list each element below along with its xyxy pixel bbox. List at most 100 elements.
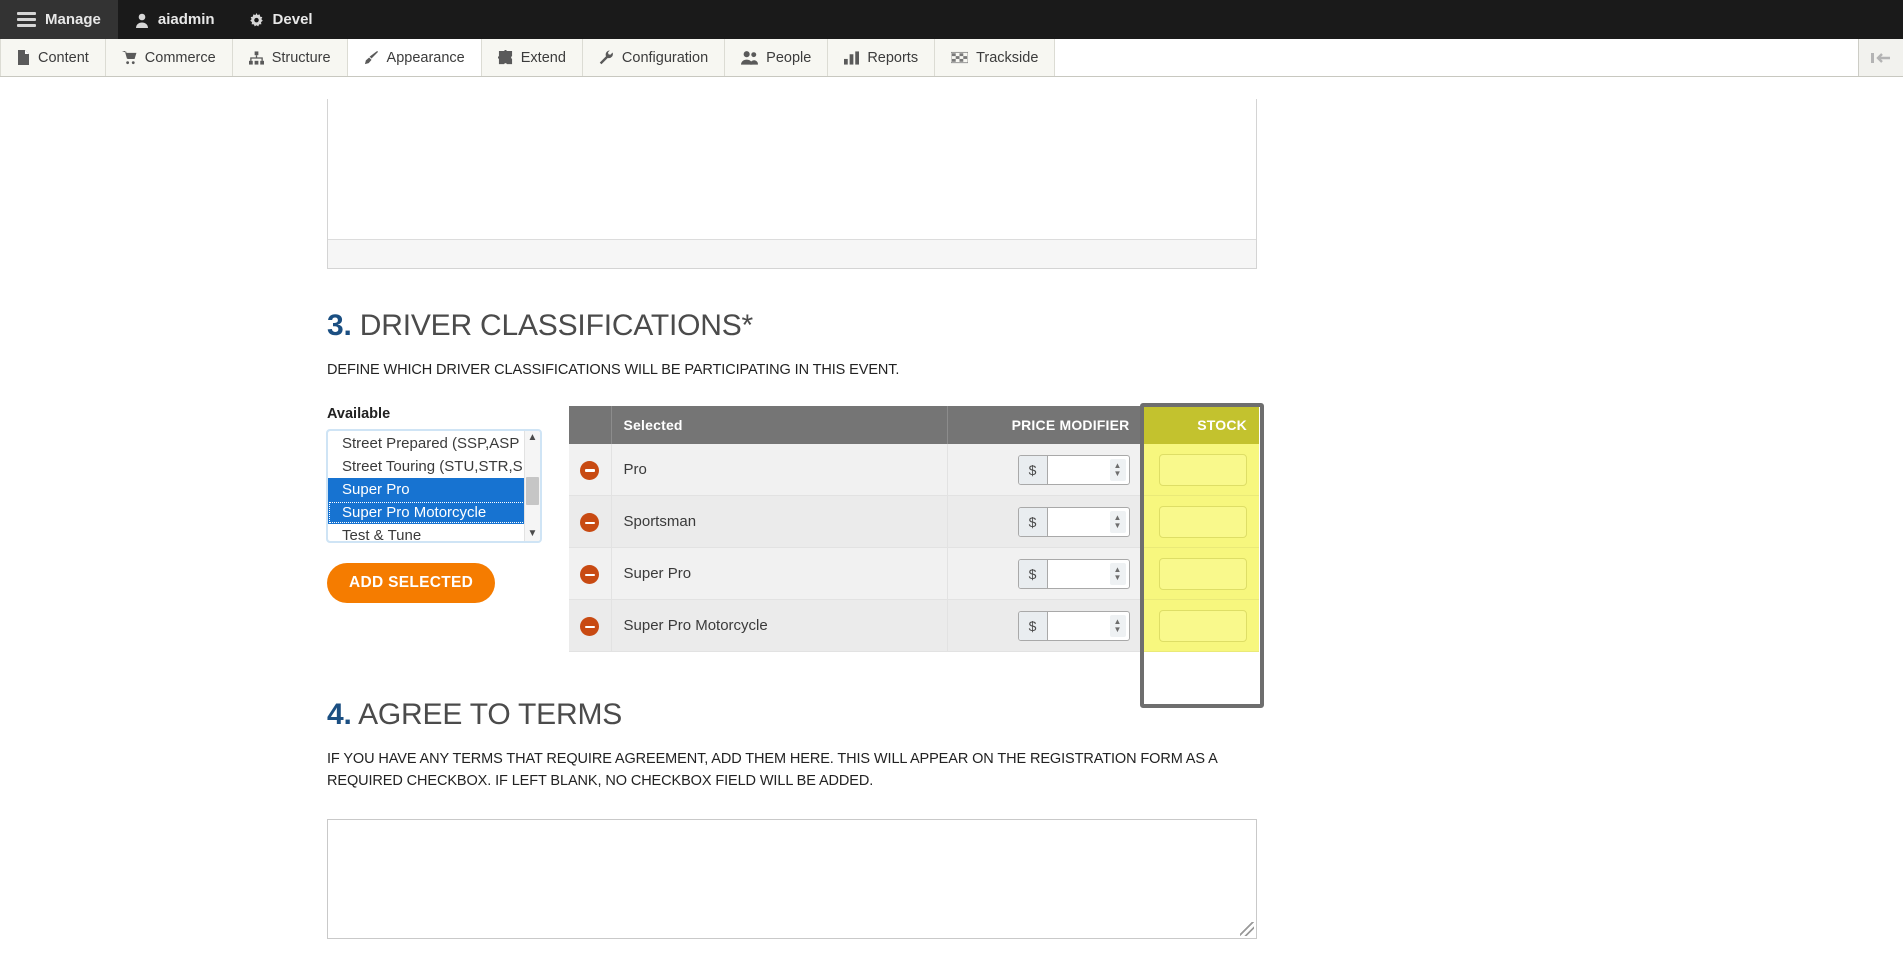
price-modifier-cell: $ ▲ ▼: [947, 599, 1143, 653]
editor-textarea[interactable]: [328, 99, 1256, 239]
stock-input[interactable]: [1160, 454, 1246, 485]
stock-input[interactable]: [1160, 610, 1246, 641]
available-option[interactable]: Street Prepared (SSP,ASP: [328, 432, 540, 455]
menu-item-label: Configuration: [621, 49, 709, 66]
terms-textarea-wrapper[interactable]: [327, 818, 1257, 939]
section-3-title-text: DRIVER CLASSIFICATIONS*: [359, 309, 754, 342]
stock-input[interactable]: [1160, 558, 1246, 589]
price-stepper[interactable]: ▲ ▼: [1109, 510, 1126, 533]
admin-bar-item-label: Manage: [45, 11, 101, 28]
price-modifier-field[interactable]: $ ▲ ▼: [1017, 610, 1130, 641]
people-icon: [741, 50, 759, 66]
menu-item-label: Trackside: [976, 49, 1039, 66]
price-modifier-field[interactable]: $ ▲ ▼: [1017, 454, 1130, 485]
price-modifier-input[interactable]: [1047, 507, 1110, 536]
admin-bar-item-manage[interactable]: Manage: [0, 0, 118, 39]
content-column: 3. DRIVER CLASSIFICATIONS* DEFINE WHICH …: [326, 77, 1264, 939]
wrench-icon: [599, 50, 614, 66]
price-modifier-field[interactable]: $ ▲ ▼: [1017, 506, 1130, 537]
section-4-description: IF YOU HAVE ANY TERMS THAT REQUIRE AGREE…: [327, 751, 1217, 789]
currency-prefix: $: [1018, 559, 1048, 588]
section-4-title: 4. AGREE TO TERMS: [327, 698, 1257, 732]
stock-field[interactable]: ▲▼: [1159, 505, 1247, 538]
stock-field[interactable]: ▲▼: [1159, 609, 1247, 642]
add-selected-button[interactable]: ADD SELECTED: [327, 562, 496, 603]
stock-cell: ▲▼: [1142, 495, 1259, 549]
remove-icon[interactable]: [580, 461, 600, 481]
editor-footer-bar: [328, 239, 1256, 268]
admin-bar-item-label: aiadmin: [157, 11, 215, 28]
table-body: Pro $ ▲▼ ▲▼: [569, 443, 1259, 653]
selected-classifications-table: Selected PRICE MODIFIER STOCK Pro $ ▲ ▼ …: [569, 405, 1259, 653]
menu-item-trackside[interactable]: Trackside: [935, 39, 1056, 76]
column-header-selected: Selected: [611, 405, 948, 444]
menu-item-content[interactable]: Content: [0, 39, 106, 76]
price-modifier-input[interactable]: [1047, 455, 1110, 484]
user-icon: [135, 11, 149, 28]
puzzle-icon: [497, 50, 513, 66]
section-4-number: 4.: [327, 698, 352, 732]
price-modifier-cell: $ ▲ ▼: [947, 547, 1143, 601]
menu-item-label: People: [766, 49, 812, 66]
currency-prefix: $: [1018, 507, 1048, 536]
available-option[interactable]: Street Touring (STU,STR,S: [328, 455, 540, 478]
classification-name: Pro: [611, 443, 948, 497]
price-stepper[interactable]: ▲ ▼: [1109, 458, 1126, 481]
available-option-selected[interactable]: Super Pro: [328, 477, 540, 501]
section-3-description: DEFINE WHICH DRIVER CLASSIFICATIONS WILL…: [327, 362, 900, 378]
remove-cell: [569, 495, 612, 549]
stock-cell: ▲▼: [1142, 599, 1259, 653]
table-row: Super Pro Motorcycle $ ▲ ▼: [569, 599, 1259, 653]
paintbrush-icon: [364, 50, 379, 66]
remove-icon[interactable]: [580, 513, 600, 533]
remove-cell: [569, 547, 612, 601]
menu-item-configuration[interactable]: Configuration: [582, 39, 726, 76]
price-modifier-field[interactable]: $ ▲ ▼: [1017, 558, 1130, 589]
menu-item-structure[interactable]: Structure: [232, 39, 348, 76]
table-row: Sportsman $ ▲ ▼: [569, 495, 1259, 549]
admin-bar-item-devel[interactable]: Devel: [232, 0, 330, 39]
menu-item-reports[interactable]: Reports: [828, 39, 936, 76]
menu-item-commerce[interactable]: Commerce: [105, 39, 233, 76]
menu-item-label: Reports: [867, 49, 919, 66]
classification-name: Sportsman: [611, 495, 948, 549]
admin-bar-item-label: Devel: [272, 11, 313, 28]
column-header-price-modifier: PRICE MODIFIER: [947, 405, 1143, 444]
available-multiselect[interactable]: Street Prepared (SSP,ASP Street Touring …: [326, 428, 542, 543]
available-column: Available Street Prepared (SSP,ASP Stree…: [326, 406, 569, 603]
scrollbar-thumb[interactable]: [526, 476, 539, 505]
stock-field[interactable]: ▲▼: [1159, 453, 1247, 486]
menu-item-appearance[interactable]: Appearance: [347, 39, 482, 76]
resize-handle-icon[interactable]: [1240, 921, 1254, 936]
menu-item-label: Content: [38, 49, 89, 66]
classification-picker: Available Street Prepared (SSP,ASP Stree…: [326, 402, 1264, 708]
menu-item-extend[interactable]: Extend: [481, 39, 583, 76]
table-header-row: Selected PRICE MODIFIER STOCK: [569, 405, 1259, 444]
price-modifier-input[interactable]: [1047, 559, 1110, 588]
section-3-number: 3.: [327, 309, 352, 342]
section-4-title-text: AGREE TO TERMS: [358, 698, 623, 732]
column-header-stock: STOCK: [1142, 405, 1259, 444]
scroll-down-icon[interactable]: ▼: [528, 527, 538, 541]
scroll-up-icon[interactable]: ▲: [528, 431, 538, 445]
stock-input[interactable]: [1160, 506, 1246, 537]
structure-icon: [248, 50, 264, 66]
remove-cell: [569, 599, 612, 653]
admin-toolbar: Manage aiadmin Devel: [0, 0, 1903, 39]
stock-field[interactable]: ▲▼: [1159, 557, 1247, 590]
selected-table-column: Selected PRICE MODIFIER STOCK Pro $ ▲ ▼ …: [569, 402, 1264, 708]
price-stepper[interactable]: ▲ ▼: [1109, 614, 1126, 637]
remove-icon[interactable]: [580, 565, 600, 585]
toolbar-orientation-icon[interactable]: [1859, 39, 1903, 76]
currency-prefix: $: [1018, 611, 1048, 640]
currency-prefix: $: [1018, 455, 1048, 484]
price-modifier-input[interactable]: [1047, 611, 1110, 640]
menu-item-people[interactable]: People: [725, 39, 829, 76]
available-option-selected[interactable]: Super Pro Motorcycle: [328, 500, 540, 524]
available-option[interactable]: Test & Tune: [328, 524, 540, 541]
menu-bar-spacer: [1055, 39, 1859, 76]
remove-icon[interactable]: [580, 617, 600, 637]
admin-bar-item-account[interactable]: aiadmin: [118, 0, 232, 39]
price-stepper[interactable]: ▲ ▼: [1109, 562, 1126, 585]
price-modifier-cell: $ ▲ ▼: [947, 495, 1143, 549]
